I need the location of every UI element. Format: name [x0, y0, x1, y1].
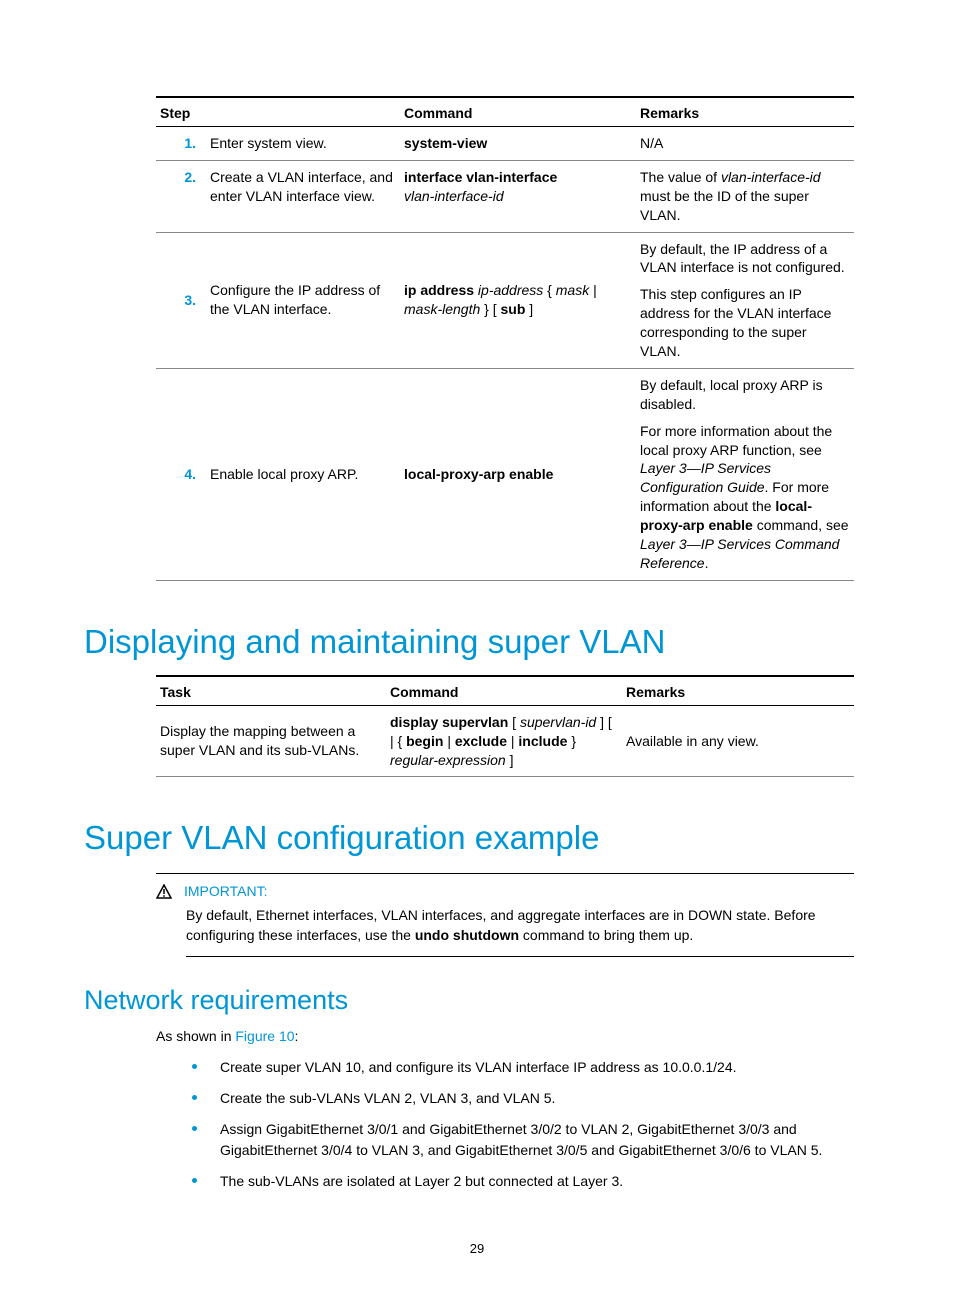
step-task: Create a VLAN interface, and enter VLAN …	[206, 160, 400, 232]
th-command: Command	[400, 97, 636, 127]
step-number: 4.	[156, 368, 206, 580]
heading-display-maintain: Displaying and maintaining super VLAN	[84, 623, 870, 661]
list-item: Assign GigabitEthernet 3/0/1 and Gigabit…	[192, 1119, 870, 1161]
requirements-list: Create super VLAN 10, and configure its …	[192, 1057, 870, 1192]
important-title: IMPORTANT:	[184, 882, 268, 902]
table-row: 4. Enable local proxy ARP. local-proxy-a…	[156, 368, 854, 580]
th-command: Command	[386, 676, 622, 706]
table-row: 1. Enter system view. system-view N/A	[156, 127, 854, 161]
step-task: Configure the IP address of the VLAN int…	[206, 232, 400, 368]
procedure-table: Step Command Remarks 1. Enter system vie…	[156, 96, 854, 581]
remarks-cell: Available in any view.	[622, 705, 854, 777]
step-number: 2.	[156, 160, 206, 232]
important-body: By default, Ethernet interfaces, VLAN in…	[186, 906, 854, 956]
step-remarks: By default, the IP address of a VLAN int…	[636, 232, 854, 368]
step-command: local-proxy-arp enable	[400, 368, 636, 580]
step-number: 1.	[156, 127, 206, 161]
table-row: Display the mapping between a super VLAN…	[156, 705, 854, 777]
heading-network-requirements: Network requirements	[84, 985, 870, 1016]
th-remarks: Remarks	[622, 676, 854, 706]
step-command: system-view	[400, 127, 636, 161]
page-number: 29	[0, 1241, 954, 1256]
command-cell: display supervlan [ supervlan-id ] [ | {…	[386, 705, 622, 777]
list-item: Create the sub-VLANs VLAN 2, VLAN 3, and…	[192, 1088, 870, 1109]
figure-link[interactable]: Figure 10	[235, 1028, 294, 1044]
step-remarks: By default, local proxy ARP is disabled.…	[636, 368, 854, 580]
th-remarks: Remarks	[636, 97, 854, 127]
th-task: Task	[156, 676, 386, 706]
step-task: Enter system view.	[206, 127, 400, 161]
heading-config-example: Super VLAN configuration example	[84, 819, 870, 857]
list-item: The sub-VLANs are isolated at Layer 2 bu…	[192, 1171, 870, 1192]
step-command: interface vlan-interface vlan-interface-…	[400, 160, 636, 232]
important-note: IMPORTANT: By default, Ethernet interfac…	[156, 873, 854, 956]
intro-paragraph: As shown in Figure 10:	[156, 1026, 870, 1047]
step-command: ip address ip-address { mask | mask-leng…	[400, 232, 636, 368]
task-cell: Display the mapping between a super VLAN…	[156, 705, 386, 777]
step-number: 3.	[156, 232, 206, 368]
table-row: 3. Configure the IP address of the VLAN …	[156, 232, 854, 368]
warning-icon	[156, 884, 172, 904]
display-table: Task Command Remarks Display the mapping…	[156, 675, 854, 778]
table-row: 2. Create a VLAN interface, and enter VL…	[156, 160, 854, 232]
step-remarks: N/A	[636, 127, 854, 161]
step-task: Enable local proxy ARP.	[206, 368, 400, 580]
step-remarks: The value of vlan-interface-id must be t…	[636, 160, 854, 232]
th-step: Step	[156, 97, 400, 127]
list-item: Create super VLAN 10, and configure its …	[192, 1057, 870, 1078]
